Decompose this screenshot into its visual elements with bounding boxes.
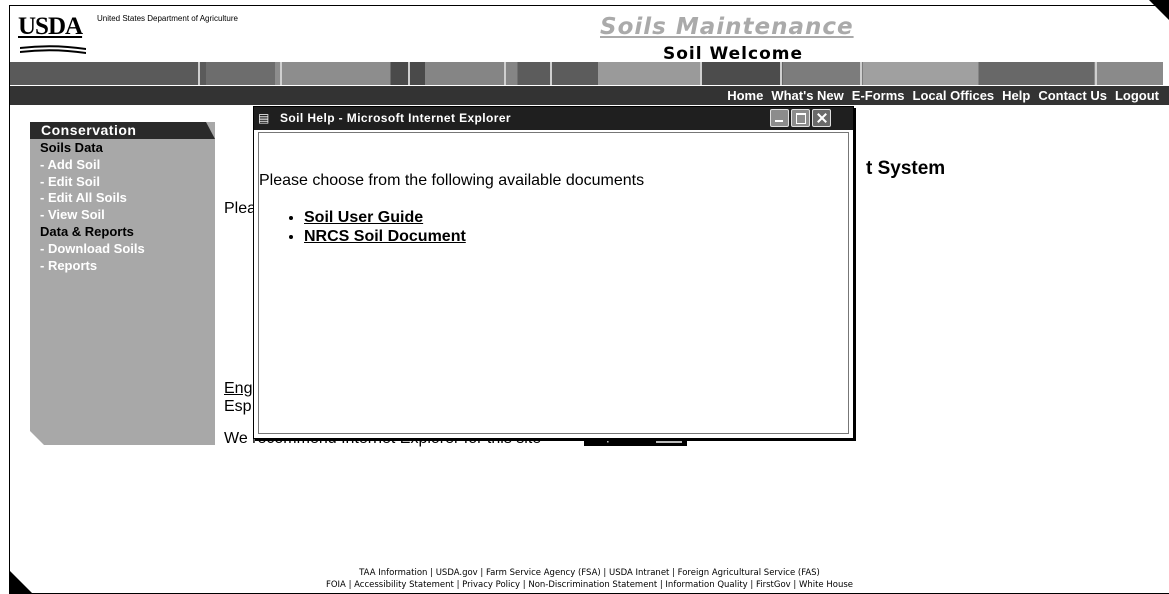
close-button[interactable] xyxy=(812,109,831,127)
nav-home[interactable]: Home xyxy=(727,88,763,103)
sidebar-item-edit-all-soils[interactable]: - Edit All Soils xyxy=(40,190,145,207)
nav-help[interactable]: Help xyxy=(1002,88,1030,103)
maximize-button[interactable] xyxy=(791,109,810,127)
sidebar-section-soils-data: Soils Data xyxy=(40,140,103,155)
page-title: Soil Welcome xyxy=(663,44,803,64)
logo-text: USDA xyxy=(18,13,83,40)
nav-e-forms[interactable]: E-Forms xyxy=(852,88,905,103)
soil-user-guide-link[interactable]: Soil User Guide xyxy=(304,209,423,226)
sidebar-item-view-soil[interactable]: - View Soil xyxy=(40,207,145,224)
site-title[interactable]: Soils Maintenance xyxy=(600,14,854,40)
list-item: NRCS Soil Document xyxy=(304,227,466,246)
welcome-heading: t System xyxy=(866,158,946,179)
popup-titlebar[interactable]: ▤ Soil Help - Microsoft Internet Explore… xyxy=(254,107,853,130)
sidebar-header: Conservation xyxy=(30,122,215,139)
sidebar: Conservation Soils Data - Add Soil - Edi… xyxy=(30,122,215,445)
sidebar-item-add-soil[interactable]: - Add Soil xyxy=(40,157,145,174)
sidebar-item-edit-soil[interactable]: - Edit Soil xyxy=(40,174,145,191)
frame-corner-top-right xyxy=(1149,0,1169,20)
footer-links-line-2[interactable]: FOIA | Accessibility Statement | Privacy… xyxy=(10,580,1169,590)
sidebar-corner-notch xyxy=(30,431,44,445)
nav-whats-new[interactable]: What's New xyxy=(771,88,843,103)
popup-intro-text: Please choose from the following availab… xyxy=(259,172,645,189)
sidebar-section-data-reports: Data & Reports xyxy=(40,223,134,239)
language-english-link[interactable]: Eng xyxy=(224,380,252,398)
header-photo-banner xyxy=(10,62,1163,85)
footer-links-line-1[interactable]: TAA Information | USDA.gov | Farm Servic… xyxy=(10,568,1169,578)
logo-swoosh-icon xyxy=(20,45,86,54)
nav-local-offices[interactable]: Local Offices xyxy=(913,88,995,103)
nav-logout[interactable]: Logout xyxy=(1115,88,1159,103)
welcome-text: Plea xyxy=(224,200,257,217)
agency-name: United States Department of Agriculture xyxy=(97,14,238,23)
sidebar-item-download-soils[interactable]: - Download Soils xyxy=(40,241,145,258)
nav-contact-us[interactable]: Contact Us xyxy=(1038,88,1107,103)
sidebar-item-reports[interactable]: - Reports xyxy=(40,258,145,275)
document-list: Soil User Guide NRCS Soil Document xyxy=(288,208,466,246)
help-popup-window: ▤ Soil Help - Microsoft Internet Explore… xyxy=(253,106,854,439)
usda-logo[interactable]: USDA xyxy=(18,13,92,57)
ie-page-icon: ▤ xyxy=(258,111,270,125)
popup-title: Soil Help - Microsoft Internet Explorer xyxy=(280,111,511,125)
top-nav-bar: Home What's New E-Forms Local Offices He… xyxy=(10,86,1169,105)
nrcs-soil-document-link[interactable]: NRCS Soil Document xyxy=(304,228,466,245)
language-spanish-link[interactable]: Esp xyxy=(224,398,252,416)
list-item: Soil User Guide xyxy=(304,208,466,227)
minimize-button[interactable] xyxy=(770,109,789,127)
